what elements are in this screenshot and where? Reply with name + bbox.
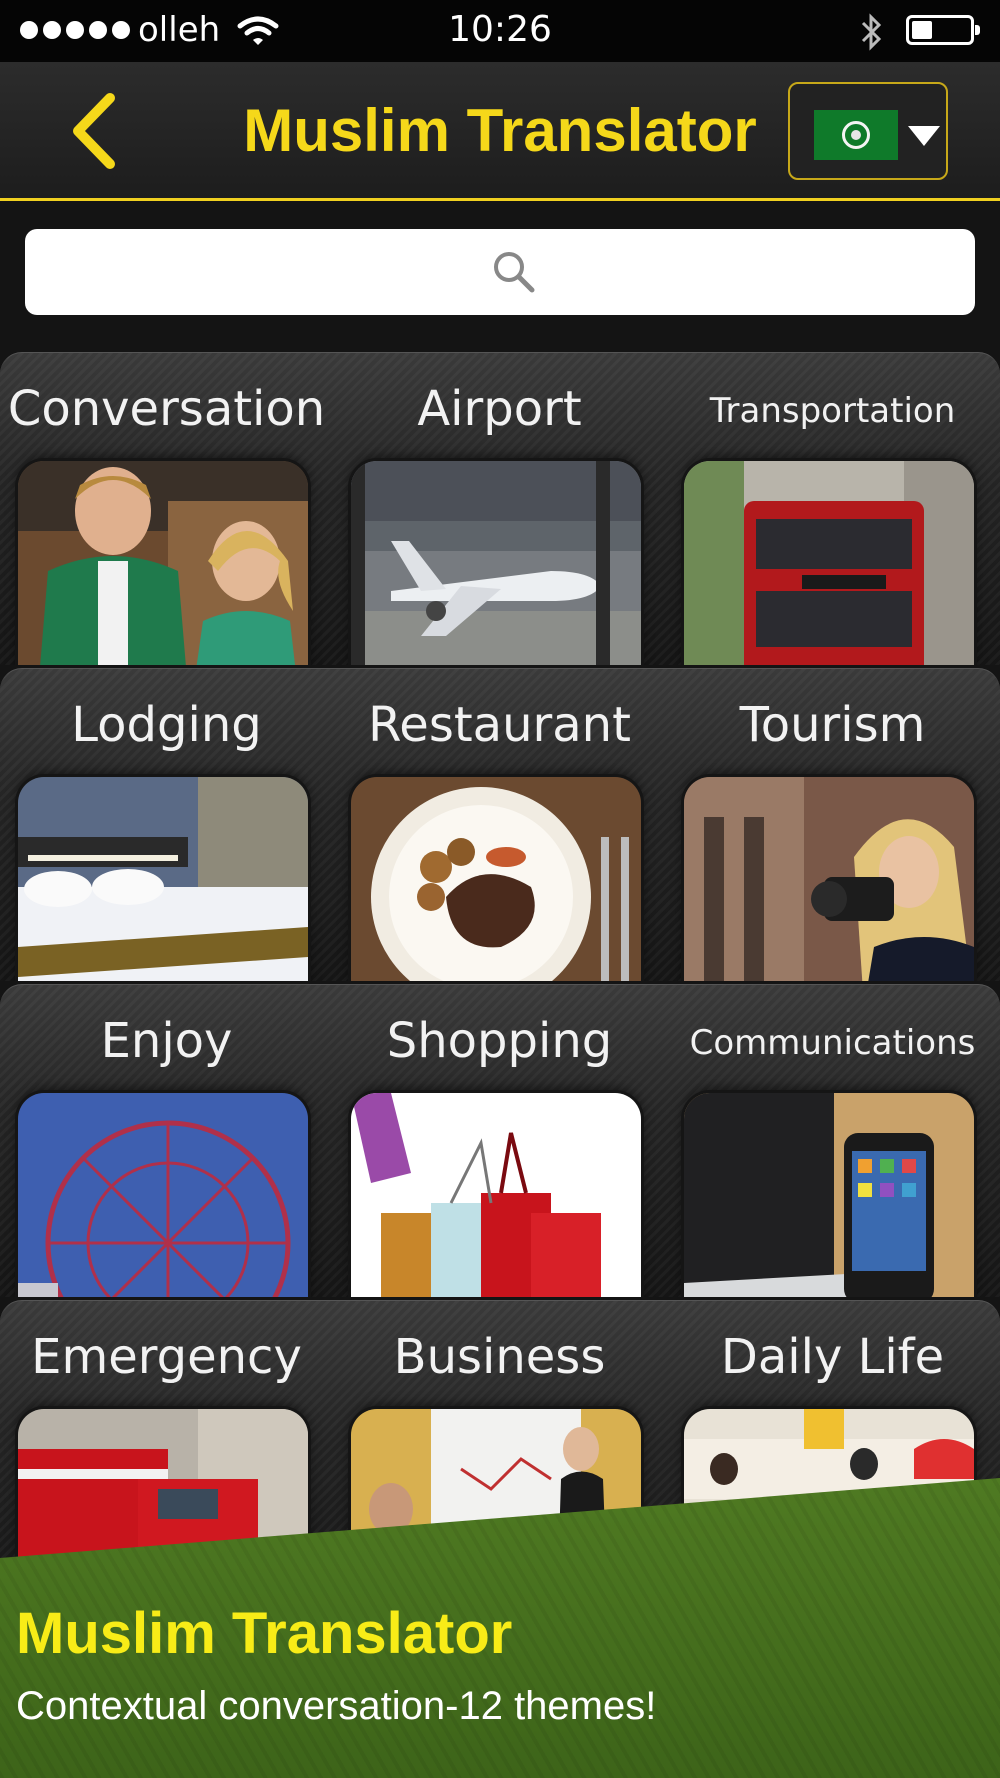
battery-level [912, 21, 932, 39]
status-time: 10:26 [448, 9, 552, 50]
theme-tile-tourism[interactable]: Tourism [666, 669, 999, 981]
theme-tile-restaurant[interactable]: Restaurant [333, 669, 666, 981]
theme-label: Shopping [386, 1013, 613, 1069]
communications-photo [684, 1093, 974, 1297]
theme-label: Business [393, 1329, 606, 1385]
theme-tile-airport[interactable]: Airport [333, 353, 666, 665]
nav-bar: Muslim Translator [0, 62, 1000, 201]
chevron-down-icon [908, 126, 940, 146]
theme-tile-transportation[interactable]: Transportation [666, 353, 999, 665]
theme-tile-enjoy[interactable]: Enjoy [0, 985, 333, 1297]
arab-league-flag-icon [814, 110, 898, 160]
tourism-photo [684, 777, 974, 981]
theme-tile-lodging[interactable]: Lodging [0, 669, 333, 981]
theme-label: Daily Life [720, 1329, 945, 1385]
chevron-left-icon [73, 93, 115, 169]
page-title: Muslim Translator [243, 97, 757, 164]
transportation-photo [684, 461, 974, 665]
promo-title: Muslim Translator [16, 1601, 513, 1666]
language-select[interactable] [788, 82, 948, 180]
enjoy-photo [18, 1093, 308, 1297]
search-input[interactable] [25, 229, 975, 315]
theme-tile-communications[interactable]: Communications [666, 985, 999, 1297]
theme-label: Lodging [71, 697, 262, 753]
status-bar: olleh 10:26 [0, 0, 1000, 62]
theme-tile-shopping[interactable]: Shopping [333, 985, 666, 1297]
theme-label: Conversation [7, 381, 326, 437]
search-icon [494, 252, 535, 293]
bluetooth-icon [861, 13, 882, 51]
theme-label: Restaurant [368, 697, 631, 753]
theme-label: Transportation [709, 391, 956, 431]
themes-row: Enjoy Shopping Communications [0, 984, 1000, 1297]
theme-label: Tourism [739, 697, 926, 753]
theme-label: Communications [689, 1023, 976, 1063]
theme-tile-conversation[interactable]: Conversation [0, 353, 333, 665]
conversation-photo [18, 461, 308, 665]
theme-label: Airport [417, 381, 582, 437]
themes-row: Lodging Restaurant Tourism [0, 668, 1000, 981]
theme-label: Emergency [31, 1329, 302, 1385]
shopping-photo [351, 1093, 641, 1297]
back-button[interactable] [66, 92, 126, 170]
theme-label: Enjoy [100, 1013, 233, 1069]
promo-subtitle: Contextual conversation-12 themes! [16, 1684, 657, 1728]
lodging-photo [18, 777, 308, 981]
themes-row: Conversation Airport Transportation [0, 352, 1000, 665]
restaurant-photo [351, 777, 641, 981]
airport-photo [351, 461, 641, 665]
battery-icon [906, 15, 980, 45]
